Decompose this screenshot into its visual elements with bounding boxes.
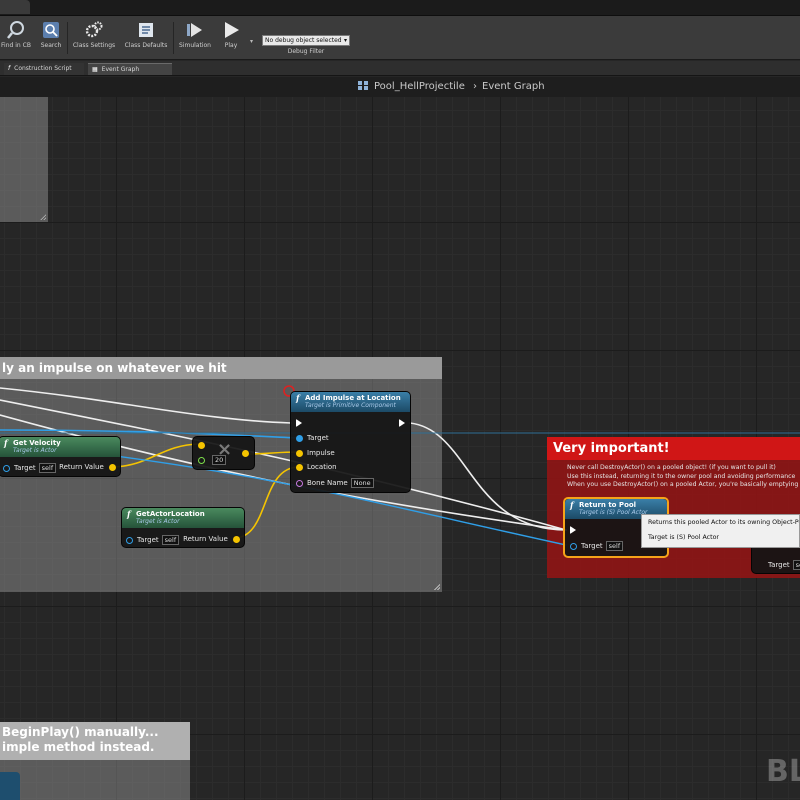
pin-a[interactable] bbox=[198, 441, 209, 449]
breadcrumb-graph[interactable]: Event Graph bbox=[482, 81, 545, 92]
pin-target[interactable]: Target bbox=[296, 434, 329, 442]
pin-target[interactable]: Targetse bbox=[768, 560, 800, 570]
simulation-icon bbox=[187, 23, 202, 37]
play-button[interactable]: Play bbox=[218, 18, 244, 58]
pin-exec-in[interactable] bbox=[296, 419, 306, 427]
object-pin-icon bbox=[3, 464, 10, 472]
partial-node[interactable] bbox=[0, 772, 20, 800]
node-get-actor-location[interactable]: f GetActorLocation Target is Actor Target s… bbox=[121, 507, 245, 548]
resize-grip[interactable] bbox=[434, 584, 440, 590]
node-get-velocity[interactable]: f Get Velocity Target is Actor Target self … bbox=[0, 436, 121, 477]
breadcrumb-separator: › bbox=[473, 81, 478, 92]
window-tab-strip bbox=[0, 0, 800, 16]
object-pin-icon bbox=[296, 434, 303, 442]
float-pin-icon bbox=[198, 456, 205, 464]
comment-description: Never call DestroyActor() on a pooled ob… bbox=[567, 464, 799, 488]
watermark-logo: BL bbox=[766, 754, 800, 789]
toolbar-separator bbox=[67, 22, 68, 54]
vector-pin-icon bbox=[198, 441, 205, 449]
simulation-button[interactable]: Simulation bbox=[176, 18, 214, 58]
play-icon bbox=[225, 22, 239, 38]
breadcrumb: Pool_HellProjectile › Event Graph bbox=[358, 81, 545, 92]
find-in-cb-button[interactable]: Find in CB bbox=[0, 18, 32, 58]
comment-title: ly an impulse on whatever we hit bbox=[0, 357, 442, 379]
function-icon: f bbox=[127, 509, 131, 519]
comment-box[interactable] bbox=[0, 97, 48, 222]
pin-impulse[interactable]: Impulse bbox=[296, 449, 335, 457]
object-pin-icon bbox=[126, 536, 133, 544]
checklist-icon bbox=[139, 23, 153, 37]
function-icon: f bbox=[570, 500, 574, 510]
pin-return-value[interactable]: Return Value bbox=[183, 535, 240, 543]
debug-object-select[interactable]: No debug object selected ▾ bbox=[262, 35, 350, 46]
search-button[interactable]: Search bbox=[38, 18, 64, 58]
gears-icon bbox=[85, 21, 103, 38]
exec-pin-icon bbox=[570, 526, 576, 534]
exec-pin-icon bbox=[399, 419, 405, 427]
vector-pin-icon bbox=[296, 449, 303, 457]
pin-target[interactable]: Target self bbox=[126, 535, 180, 545]
binoculars-icon bbox=[7, 21, 24, 39]
exec-pin-icon bbox=[296, 419, 302, 427]
comment-title: BeginPlay() manually... imple method ins… bbox=[0, 722, 190, 760]
resize-grip[interactable] bbox=[40, 214, 46, 220]
function-icon: f bbox=[8, 65, 11, 72]
chevron-down-icon: ▾ bbox=[343, 37, 347, 44]
comment-box-beginplay[interactable]: BeginPlay() manually... imple method ins… bbox=[0, 722, 190, 800]
play-options-chevron-icon[interactable]: ▾ bbox=[250, 38, 253, 45]
object-pin-icon bbox=[570, 542, 577, 550]
node-tooltip: Returns this pooled Actor to its owning … bbox=[641, 514, 800, 548]
breadcrumb-blueprint[interactable]: Pool_HellProjectile bbox=[374, 81, 465, 92]
graph-header: Pool_HellProjectile › Event Graph bbox=[0, 77, 800, 97]
tab-construction-script[interactable]: f Construction Script bbox=[4, 63, 84, 75]
comment-title: Very important! bbox=[547, 437, 800, 460]
function-icon: f bbox=[296, 393, 300, 403]
node-multiply[interactable]: 20 × bbox=[192, 436, 255, 470]
vector-pin-icon bbox=[296, 463, 303, 471]
editor-tab[interactable] bbox=[0, 0, 30, 14]
class-defaults-button[interactable]: Class Defaults bbox=[122, 18, 170, 58]
vector-pin-icon bbox=[109, 463, 116, 471]
vector-pin-icon bbox=[233, 535, 240, 543]
tab-event-graph[interactable]: ▦ Event Graph bbox=[88, 63, 172, 75]
pin-target[interactable]: Target self bbox=[570, 541, 624, 551]
grid-icon: ▦ bbox=[92, 66, 98, 73]
pin-bone-name[interactable]: Bone Name None bbox=[296, 478, 374, 488]
document-tabs: f Construction Script ▦ Event Graph bbox=[0, 61, 800, 76]
node-add-impulse-at-location[interactable]: f Add Impulse at Location Target is Primit… bbox=[290, 391, 411, 493]
name-pin-icon bbox=[296, 479, 303, 487]
multiply-icon: × bbox=[217, 439, 233, 460]
blueprint-editor: Find in CB Search Class Settings Class D… bbox=[0, 0, 800, 800]
pin-target[interactable]: Target self bbox=[3, 463, 57, 473]
debug-filter-label: Debug Filter bbox=[287, 48, 325, 55]
vector-pin-icon bbox=[242, 449, 249, 457]
pin-result[interactable] bbox=[242, 449, 249, 457]
pin-exec-in[interactable] bbox=[570, 526, 580, 534]
toolbar-separator bbox=[173, 22, 174, 54]
toolbar: Find in CB Search Class Settings Class D… bbox=[0, 16, 800, 60]
search-icon bbox=[43, 22, 59, 38]
pin-exec-out[interactable] bbox=[399, 419, 405, 427]
pin-return-value[interactable]: Return Value bbox=[59, 463, 116, 471]
function-icon: f bbox=[4, 438, 8, 448]
pin-location[interactable]: Location bbox=[296, 463, 337, 471]
blueprint-grid-icon bbox=[358, 81, 368, 90]
class-settings-button[interactable]: Class Settings bbox=[70, 18, 118, 58]
